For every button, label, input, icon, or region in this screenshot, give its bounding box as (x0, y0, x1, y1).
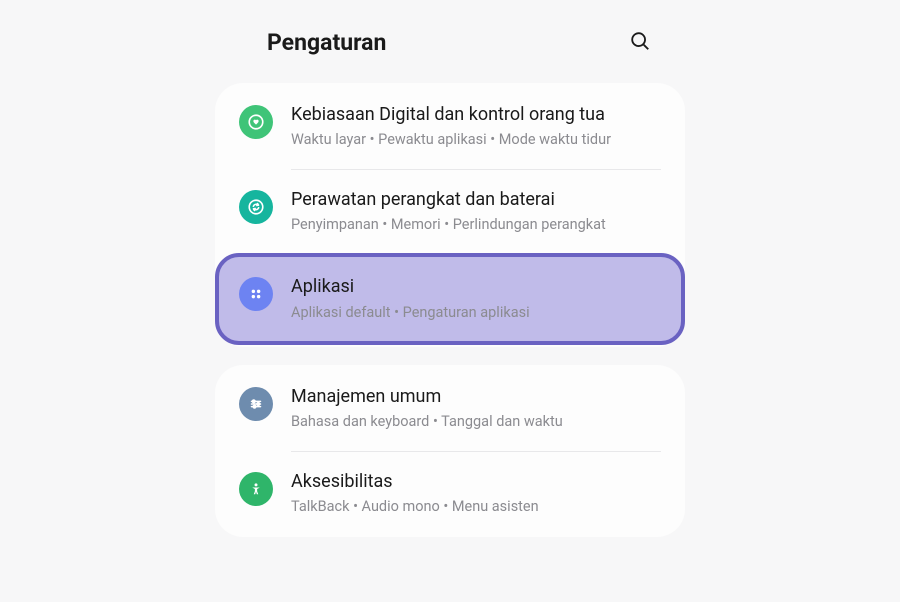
header: Pengaturan (215, 24, 685, 83)
settings-group: Manajemen umum Bahasa dan keyboard • Tan… (215, 365, 685, 537)
settings-group: Kebiasaan Digital dan kontrol orang tua … (215, 83, 685, 347)
heart-circle-icon (239, 105, 273, 139)
item-subtitle: Bahasa dan keyboard • Tanggal dan waktu (291, 412, 661, 432)
item-title: Manajemen umum (291, 385, 661, 408)
item-text: Manajemen umum Bahasa dan keyboard • Tan… (291, 385, 661, 433)
settings-item-digital-wellbeing[interactable]: Kebiasaan Digital dan kontrol orang tua … (215, 85, 685, 169)
settings-item-general[interactable]: Manajemen umum Bahasa dan keyboard • Tan… (215, 367, 685, 451)
refresh-circle-icon (239, 190, 273, 224)
item-subtitle: Penyimpanan • Memori • Perlindungan pera… (291, 215, 661, 235)
settings-screen: Pengaturan Kebiasaan Digital dan kontrol… (215, 0, 685, 602)
item-subtitle: Waktu layar • Pewaktu aplikasi • Mode wa… (291, 130, 661, 150)
page-title: Pengaturan (267, 29, 386, 56)
item-subtitle: Aplikasi default • Pengaturan aplikasi (291, 303, 661, 323)
settings-item-apps[interactable]: Aplikasi Aplikasi default • Pengaturan a… (215, 253, 685, 345)
search-button[interactable] (623, 24, 657, 61)
item-title: Aplikasi (291, 275, 661, 298)
settings-item-device-care[interactable]: Perawatan perangkat dan baterai Penyimpa… (215, 170, 685, 254)
grid-dots-icon (239, 277, 273, 311)
item-title: Kebiasaan Digital dan kontrol orang tua (291, 103, 661, 126)
sliders-icon (239, 387, 273, 421)
item-subtitle: TalkBack • Audio mono • Menu asisten (291, 497, 661, 517)
person-icon (239, 472, 273, 506)
settings-item-accessibility[interactable]: Aksesibilitas TalkBack • Audio mono • Me… (215, 452, 685, 536)
item-text: Aksesibilitas TalkBack • Audio mono • Me… (291, 470, 661, 518)
item-title: Aksesibilitas (291, 470, 661, 493)
item-text: Perawatan perangkat dan baterai Penyimpa… (291, 188, 661, 236)
item-text: Kebiasaan Digital dan kontrol orang tua … (291, 103, 661, 151)
item-text: Aplikasi Aplikasi default • Pengaturan a… (291, 275, 661, 323)
search-icon (629, 30, 651, 55)
item-title: Perawatan perangkat dan baterai (291, 188, 661, 211)
